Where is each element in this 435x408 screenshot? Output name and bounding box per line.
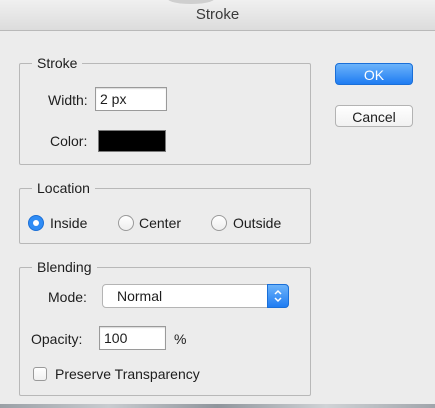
blending-legend: Blending [37,259,92,275]
width-label: Width: [48,92,88,108]
mode-label: Mode: [48,289,87,305]
ok-button[interactable]: OK [335,63,413,85]
radio-inside[interactable] [28,215,44,231]
mode-select[interactable]: Normal [102,284,289,308]
title-bar-notch [168,0,214,4]
radio-center-label[interactable]: Center [139,215,181,231]
preserve-transparency-label[interactable]: Preserve Transparency [55,366,200,382]
title-bar: Stroke [0,0,435,31]
opacity-unit: % [174,331,187,347]
radio-inside-label[interactable]: Inside [50,215,87,231]
location-group: Location [19,180,311,244]
stroke-legend: Stroke [37,55,78,71]
cancel-button[interactable]: Cancel [335,105,413,127]
background-strip [0,404,435,408]
width-input[interactable]: 2 px [95,87,167,111]
radio-outside[interactable] [211,215,227,231]
opacity-label: Opacity: [31,331,83,347]
radio-center[interactable] [118,215,134,231]
location-legend: Location [37,180,90,196]
window-title: Stroke [195,6,240,23]
opacity-input[interactable]: 100 [99,326,166,350]
color-label: Color: [50,133,88,149]
mode-select-value: Normal [117,288,163,304]
radio-outside-label[interactable]: Outside [233,215,281,231]
preserve-transparency-checkbox[interactable] [33,367,47,381]
color-swatch[interactable] [98,130,166,152]
select-stepper-icon[interactable] [267,284,289,308]
chevron-updown-icon [274,289,282,303]
